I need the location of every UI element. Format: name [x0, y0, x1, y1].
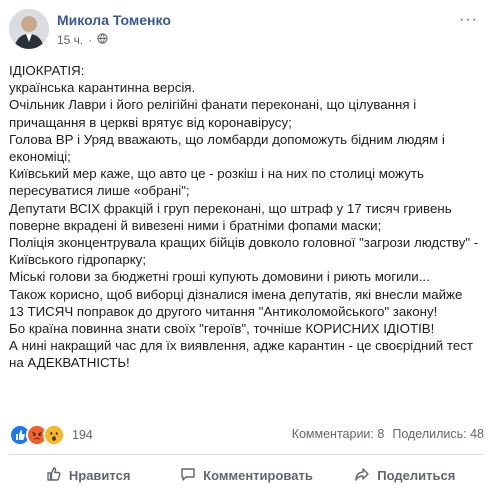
- thumbs-up-icon: [46, 466, 62, 485]
- share-button[interactable]: Поделиться: [326, 458, 484, 492]
- shares-count[interactable]: Поделились: 48: [392, 427, 484, 441]
- post-line: Депутати ВСІХ фракцій і груп переконані,…: [9, 200, 452, 233]
- comment-label: Комментировать: [203, 467, 313, 483]
- post-time[interactable]: 15 ч.: [57, 33, 83, 47]
- more-options-icon[interactable]: ···: [459, 11, 478, 29]
- post-line: ІДІОКРАТІЯ:: [9, 63, 85, 78]
- avatar[interactable]: [9, 9, 49, 49]
- post-meta: 15 ч. ·: [57, 33, 108, 47]
- globe-icon: [97, 33, 108, 47]
- post-line: Бо країна повинна знати своїх "героїв", …: [9, 321, 435, 337]
- divider: [9, 454, 484, 455]
- post-header: Микола Томенко 15 ч. · ···: [9, 9, 484, 53]
- post-line: українська карантинна версія.: [9, 80, 196, 96]
- reactions-summary[interactable]: 194: [9, 424, 93, 446]
- author-name[interactable]: Микола Томенко: [57, 12, 171, 28]
- post-text: ІДІОКРАТІЯ: українська карантинна версія…: [9, 62, 479, 372]
- comment-icon: [180, 466, 196, 485]
- reactions-count[interactable]: 194: [72, 428, 93, 442]
- post-line: Поліція зконцентрувала кращих бійців дов…: [9, 235, 479, 268]
- post-line: Київський мер каже, що авто це - розкіш …: [9, 166, 424, 199]
- post-stats: 194 Комментарии: 8 Поделились: 48: [9, 424, 484, 448]
- share-label: Поделиться: [377, 467, 456, 483]
- share-icon: [354, 466, 370, 485]
- action-bar: Нравится Комментировать Поделиться: [9, 458, 484, 492]
- comment-button[interactable]: Комментировать: [167, 458, 325, 492]
- post-card: Микола Томенко 15 ч. · ··· ІДІОКРАТІЯ: у…: [0, 0, 493, 500]
- like-button[interactable]: Нравится: [9, 458, 167, 492]
- comments-count[interactable]: Комментарии: 8: [292, 427, 385, 441]
- engagement-stats: Комментарии: 8 Поделились: 48: [292, 427, 484, 441]
- post-line: Міські голови за бюджетні гроші купують …: [9, 269, 430, 285]
- post-line: А нині накращий час для їх виявлення, ад…: [9, 338, 473, 371]
- post-line: Голова ВР і Уряд вважають, що ломбарди д…: [9, 131, 445, 165]
- wow-reaction-icon: [43, 424, 65, 446]
- meta-separator: ·: [88, 33, 93, 47]
- post-line: Очільник Лаври і його релігійні фанати п…: [9, 97, 417, 130]
- like-label: Нравится: [68, 467, 131, 483]
- post-line: Також корисно, щоб виборці дізналися іме…: [9, 286, 463, 319]
